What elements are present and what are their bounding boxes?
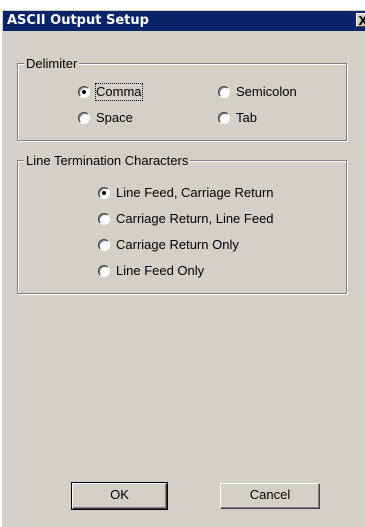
radio-semicolon-label: Semicolon [236, 84, 297, 99]
dialog-title: ASCII Output Setup [7, 13, 149, 28]
radio-tab-label: Tab [236, 110, 257, 125]
ascii-output-setup-dialog: ASCII Output Setup X Delimiter Comma Sem… [2, 10, 365, 527]
radio-comma-label: Comma [95, 83, 143, 101]
radio-lf-only-label: Line Feed Only [116, 263, 205, 278]
radio-unselected-icon [78, 112, 90, 124]
radio-selected-icon [78, 86, 90, 98]
delimiter-groupbox: Delimiter Comma Semicolon Space Tab [17, 56, 347, 141]
radio-selected-icon [98, 187, 110, 199]
radio-cr-only-label: Carriage Return Only [116, 237, 239, 252]
radio-unselected-icon [98, 265, 110, 277]
radio-unselected-icon [218, 112, 230, 124]
radio-lf-cr-label: Line Feed, Carriage Return [116, 185, 274, 200]
radio-unselected-icon [98, 213, 110, 225]
delimiter-legend: Delimiter [24, 56, 80, 71]
line-termination-legend: Line Termination Characters [24, 153, 191, 168]
ok-button[interactable]: OK [71, 482, 168, 510]
title-bar[interactable]: ASCII Output Setup X [3, 11, 365, 31]
close-icon[interactable]: X [356, 13, 365, 28]
radio-unselected-icon [218, 86, 230, 98]
radio-unselected-icon [98, 239, 110, 251]
radio-space-label: Space [96, 110, 133, 125]
cancel-button[interactable]: Cancel [220, 483, 320, 509]
line-termination-groupbox: Line Termination Characters Line Feed, C… [17, 153, 347, 294]
radio-cr-lf-label: Carriage Return, Line Feed [116, 211, 274, 226]
